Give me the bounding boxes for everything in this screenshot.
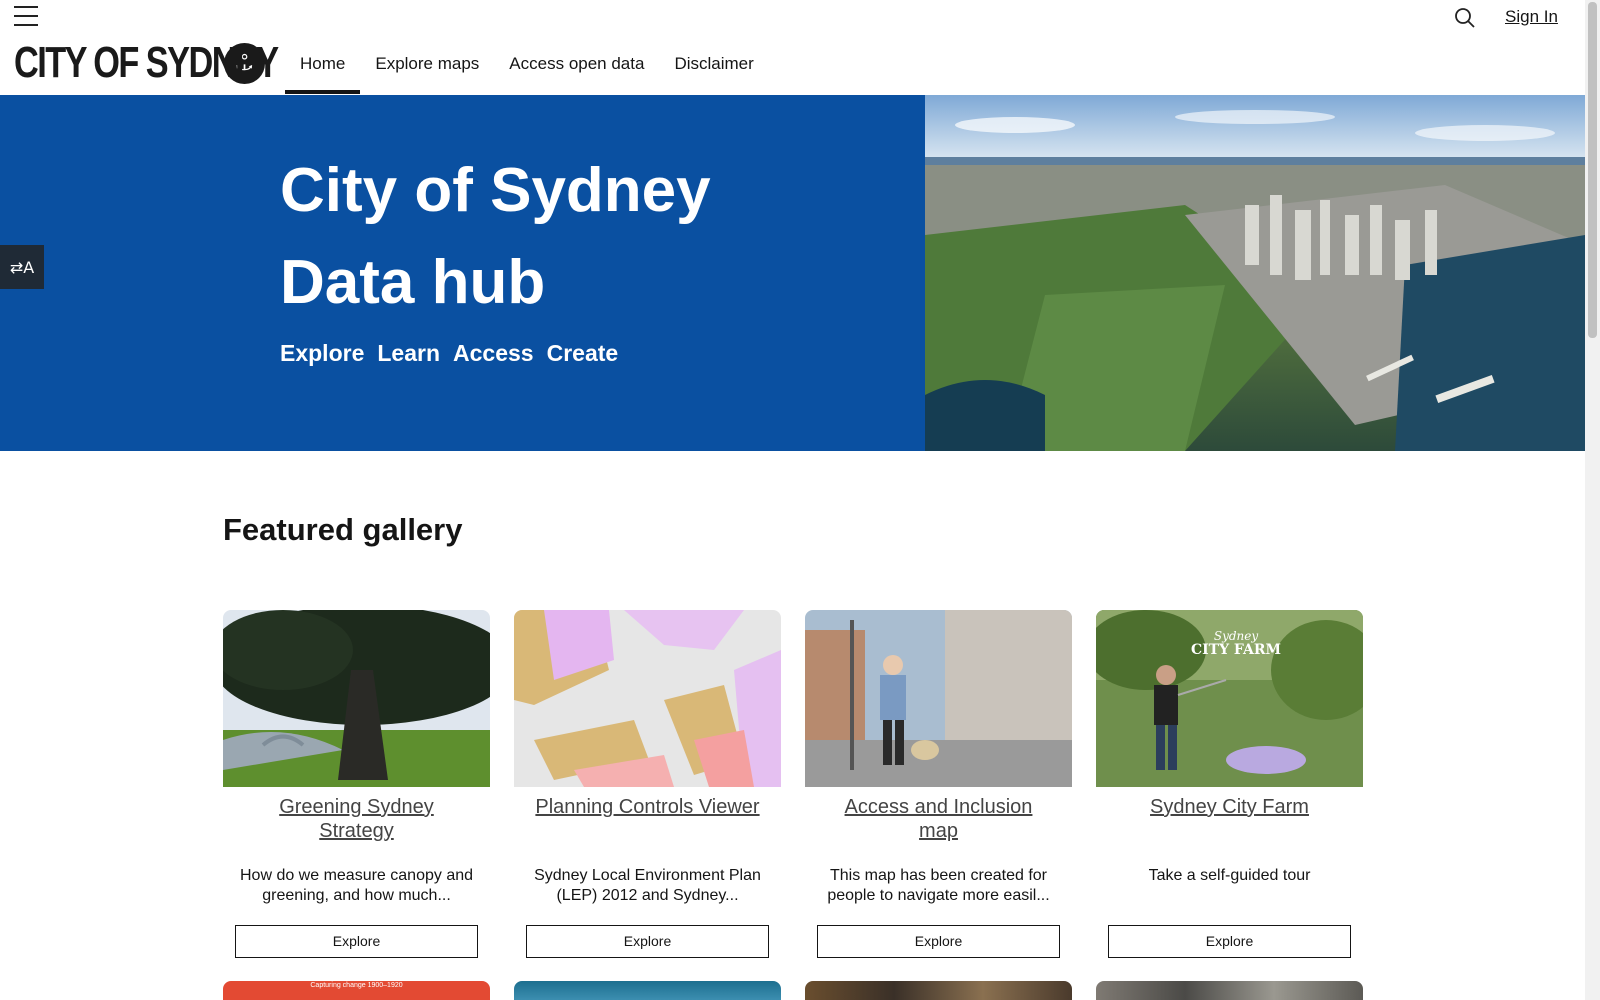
card-title-link[interactable]: Sydney City Farm bbox=[1096, 795, 1363, 855]
card-image-tree[interactable] bbox=[223, 610, 490, 787]
menu-icon[interactable] bbox=[14, 6, 38, 28]
card-image-city-farm[interactable]: Sydney CITY FARM bbox=[1096, 610, 1363, 787]
card-description: How do we measure canopy and greening, a… bbox=[239, 867, 474, 904]
gallery-card-partial[interactable] bbox=[1096, 981, 1363, 1000]
logo-text: CITY OF SYDNEY bbox=[14, 38, 279, 87]
explore-button[interactable]: Explore bbox=[1108, 925, 1351, 958]
card-title-link[interactable]: Greening Sydney Strategy bbox=[223, 795, 490, 855]
nav-access-open-data[interactable]: Access open data bbox=[494, 41, 659, 94]
card-description: Sydney Local Environment Plan (LEP) 2012… bbox=[534, 867, 761, 904]
card-description: This map has been created for people to … bbox=[827, 867, 1050, 904]
page-scrollbar[interactable] bbox=[1585, 0, 1600, 1000]
hero-link-learn[interactable]: Learn bbox=[377, 340, 440, 367]
sydney-aerial-image bbox=[925, 95, 1585, 451]
translate-icon[interactable]: ⇄A bbox=[0, 245, 44, 289]
search-icon[interactable] bbox=[1454, 7, 1476, 29]
gallery-card: Sydney CITY FARM Sydney City Farm Take a… bbox=[1096, 610, 1363, 958]
gallery-card-partial[interactable]: Capturing change 1900–1920 bbox=[223, 981, 490, 1000]
city-farm-badge-line2: CITY FARM bbox=[1191, 642, 1281, 658]
hero-link-explore[interactable]: Explore bbox=[280, 340, 364, 367]
explore-button[interactable]: Explore bbox=[817, 925, 1060, 958]
hero-title-line1: City of Sydney bbox=[280, 156, 711, 225]
featured-gallery-heading: Featured gallery bbox=[223, 512, 463, 547]
card-description: Take a self-guided tour bbox=[1148, 867, 1311, 884]
card-partial-caption: Capturing change 1900–1920 bbox=[310, 982, 403, 989]
nav-home[interactable]: Home bbox=[285, 41, 361, 94]
explore-button[interactable]: Explore bbox=[235, 925, 478, 958]
hero-banner: City of Sydney Data hub Explore Learn Ac… bbox=[0, 95, 1585, 451]
card-image-map[interactable] bbox=[514, 610, 781, 787]
gallery-card: Greening Sydney Strategy How do we measu… bbox=[223, 610, 490, 958]
hero-title-line2: Data hub bbox=[280, 248, 546, 317]
main-nav: Home Explore maps Access open data Discl… bbox=[285, 41, 769, 94]
hero-title: City of Sydney Data hub bbox=[280, 145, 900, 329]
explore-button[interactable]: Explore bbox=[526, 925, 769, 958]
card-image-street[interactable] bbox=[805, 610, 1072, 787]
gallery-card: Planning Controls Viewer Sydney Local En… bbox=[514, 610, 781, 958]
city-of-sydney-logo[interactable]: CITY OF SYDNEY ⚓ bbox=[14, 38, 279, 87]
gallery-card: Access and Inclusion map This map has be… bbox=[805, 610, 1072, 958]
card-title-link[interactable]: Access and Inclusion map bbox=[805, 795, 1072, 855]
nav-disclaimer[interactable]: Disclaimer bbox=[659, 41, 768, 94]
site-header: CITY OF SYDNEY ⚓ Home Explore maps Acces… bbox=[0, 0, 1585, 95]
hero-link-create[interactable]: Create bbox=[547, 340, 619, 367]
city-farm-badge-line1: Sydney bbox=[1214, 629, 1259, 643]
gallery-card-partial[interactable] bbox=[805, 981, 1072, 1000]
scrollbar-thumb[interactable] bbox=[1588, 2, 1597, 338]
hero-link-access[interactable]: Access bbox=[453, 340, 534, 367]
card-title-link[interactable]: Planning Controls Viewer bbox=[514, 795, 781, 855]
sign-in-link[interactable]: Sign In bbox=[1505, 7, 1558, 27]
hero-links: Explore Learn Access Create bbox=[280, 340, 618, 367]
gallery-card-partial[interactable] bbox=[514, 981, 781, 1000]
nav-explore-maps[interactable]: Explore maps bbox=[360, 41, 494, 94]
